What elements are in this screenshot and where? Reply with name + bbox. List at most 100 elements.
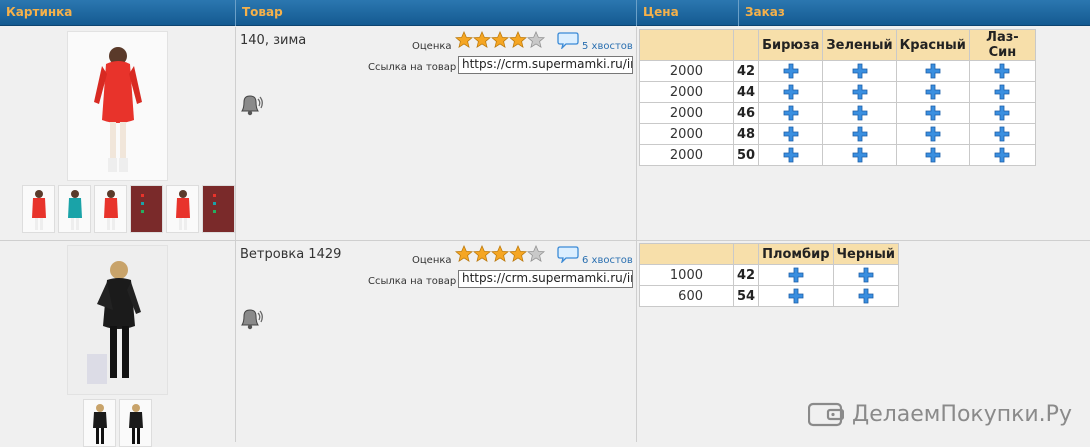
plus-icon[interactable]	[852, 84, 868, 100]
table-row: 2000 48	[639, 123, 1036, 145]
plus-icon[interactable]	[994, 105, 1010, 121]
add-button[interactable]	[895, 81, 970, 103]
plus-icon[interactable]	[852, 105, 868, 121]
add-button[interactable]	[758, 102, 824, 124]
add-button[interactable]	[968, 81, 1036, 103]
watermark-text: ДелаемПокупки.Ру	[852, 401, 1072, 427]
thumbnail[interactable]	[58, 185, 91, 233]
thumbnail[interactable]	[83, 399, 116, 447]
add-button[interactable]	[832, 285, 900, 307]
plus-icon[interactable]	[858, 288, 874, 304]
rating-label: Оценка	[412, 41, 452, 52]
plus-icon[interactable]	[788, 288, 804, 304]
star-filled-icon[interactable]	[491, 31, 509, 49]
plus-icon[interactable]	[852, 126, 868, 142]
table-row: 2000 50	[639, 144, 1036, 166]
plus-icon[interactable]	[994, 63, 1010, 79]
star-filled-icon[interactable]	[509, 31, 527, 49]
table-row: 2000 46	[639, 102, 1036, 124]
add-button[interactable]	[895, 60, 970, 82]
plus-icon[interactable]	[788, 267, 804, 283]
rating-stars[interactable]	[455, 31, 545, 49]
add-button[interactable]	[968, 123, 1036, 145]
size-col-head	[732, 29, 760, 61]
plus-icon[interactable]	[783, 126, 799, 142]
product-image[interactable]	[67, 245, 168, 395]
plus-icon[interactable]	[852, 147, 868, 163]
thumbnail[interactable]	[202, 185, 235, 233]
comments-icon[interactable]	[557, 245, 579, 263]
add-button[interactable]	[895, 123, 970, 145]
star-filled-icon[interactable]	[455, 31, 473, 49]
thumb-figure	[103, 190, 118, 230]
add-button[interactable]	[832, 264, 900, 286]
product-image[interactable]	[67, 31, 168, 181]
add-button[interactable]	[822, 102, 897, 124]
header-product: Товар	[235, 0, 636, 26]
size-value: 50	[732, 144, 760, 166]
thumb-figure	[31, 190, 46, 230]
add-button[interactable]	[758, 60, 824, 82]
add-button[interactable]	[968, 102, 1036, 124]
add-button[interactable]	[758, 264, 834, 286]
star-empty-icon[interactable]	[527, 245, 545, 263]
comments-icon[interactable]	[557, 31, 579, 49]
red-coat-figure	[93, 47, 142, 172]
add-button[interactable]	[895, 144, 970, 166]
plus-icon[interactable]	[994, 126, 1010, 142]
thumb-swatch	[212, 194, 216, 213]
add-button[interactable]	[758, 81, 824, 103]
add-button[interactable]	[758, 144, 824, 166]
rating-stars[interactable]	[455, 245, 545, 263]
star-filled-icon[interactable]	[509, 245, 527, 263]
product-link-label: Ссылка на товар	[368, 276, 457, 287]
add-button[interactable]	[758, 123, 824, 145]
add-button[interactable]	[758, 285, 834, 307]
thumbnail[interactable]	[22, 185, 55, 233]
thumb-figure	[92, 404, 107, 444]
bell-icon[interactable]	[237, 93, 263, 117]
thumbnail[interactable]	[130, 185, 163, 233]
price-value: 2000	[639, 60, 734, 82]
product-name: Ветровка 1429	[240, 247, 342, 262]
star-filled-icon[interactable]	[491, 245, 509, 263]
plus-icon[interactable]	[925, 147, 941, 163]
product-cell: 140, зима Оценка 5 хвостов Ссылка на тов…	[235, 27, 636, 240]
star-empty-icon[interactable]	[527, 31, 545, 49]
plus-icon[interactable]	[925, 63, 941, 79]
plus-icon[interactable]	[783, 84, 799, 100]
plus-icon[interactable]	[783, 147, 799, 163]
add-button[interactable]	[968, 60, 1036, 82]
plus-icon[interactable]	[925, 84, 941, 100]
plus-icon[interactable]	[783, 105, 799, 121]
add-button[interactable]	[822, 81, 897, 103]
plus-icon[interactable]	[994, 84, 1010, 100]
thumb-figure	[67, 190, 82, 230]
add-button[interactable]	[895, 102, 970, 124]
reviews-link[interactable]: 5 хвостов	[582, 41, 633, 52]
add-button[interactable]	[968, 144, 1036, 166]
bell-icon[interactable]	[237, 307, 263, 331]
plus-icon[interactable]	[925, 126, 941, 142]
thumbnail[interactable]	[119, 399, 152, 447]
plus-icon[interactable]	[925, 105, 941, 121]
thumbnail[interactable]	[94, 185, 127, 233]
table-row: 1000 42	[639, 264, 900, 286]
thumbnail[interactable]	[166, 185, 199, 233]
product-link-field[interactable]: https://crm.supermamki.ru/index.php	[458, 56, 633, 74]
plus-icon[interactable]	[852, 63, 868, 79]
plus-icon[interactable]	[858, 267, 874, 283]
price-value: 2000	[639, 102, 734, 124]
star-filled-icon[interactable]	[473, 31, 491, 49]
plus-icon[interactable]	[994, 147, 1010, 163]
product-link-field[interactable]: https://crm.supermamki.ru/index.php	[458, 270, 633, 288]
size-value: 48	[732, 123, 760, 145]
plus-icon[interactable]	[783, 63, 799, 79]
add-button[interactable]	[822, 123, 897, 145]
add-button[interactable]	[822, 144, 897, 166]
star-filled-icon[interactable]	[455, 245, 473, 263]
price-value: 1000	[639, 264, 734, 286]
add-button[interactable]	[822, 60, 897, 82]
reviews-link[interactable]: 6 хвостов	[582, 255, 633, 266]
star-filled-icon[interactable]	[473, 245, 491, 263]
